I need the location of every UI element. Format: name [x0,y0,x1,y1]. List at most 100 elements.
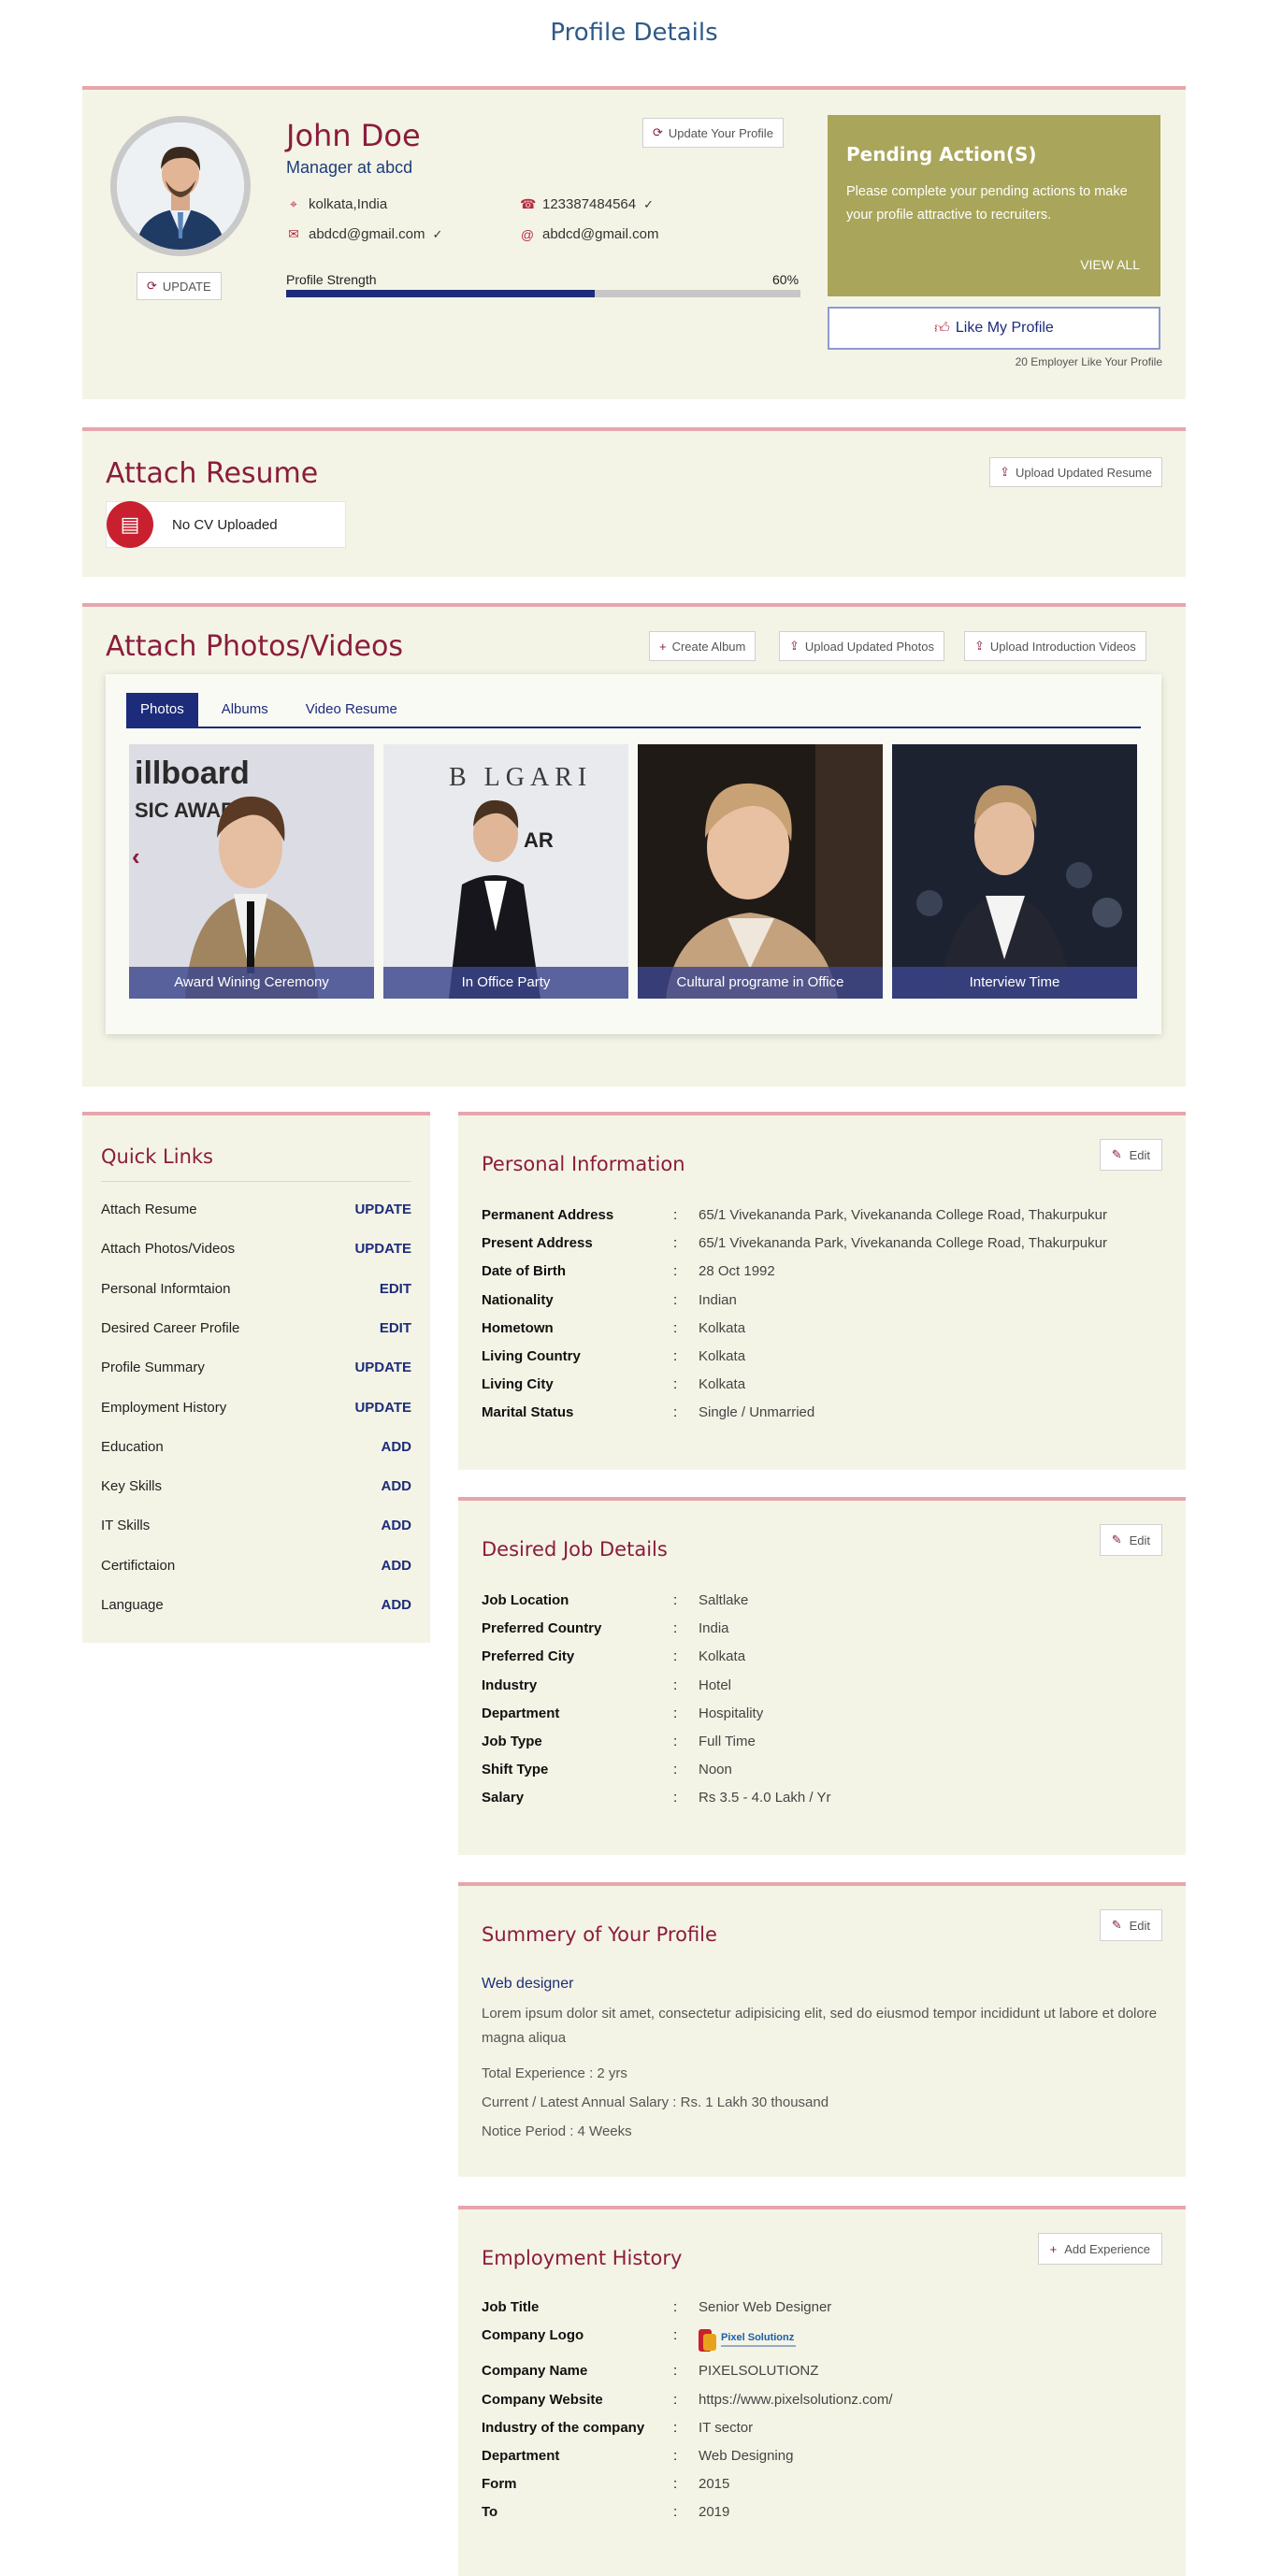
upload-videos-button[interactable]: ⇪ Upload Introduction Videos [964,631,1146,661]
quick-link-label[interactable]: Key Skills [101,1478,162,1494]
quick-link-label[interactable]: Certifictaion [101,1558,175,1574]
tab-albums[interactable]: Albums [208,693,282,727]
quick-link-action[interactable]: EDIT [380,1281,411,1297]
separator: : [673,1705,678,1721]
update-photo-button[interactable]: ⟳ UPDATE [137,272,222,300]
quick-link-action[interactable]: UPDATE [354,1360,411,1375]
upload-icon: ⇪ [1000,465,1011,479]
avatar [110,116,251,256]
separator: : [673,1620,678,1637]
info-row: Company Name: PIXELSOLUTIONZ [482,2363,818,2379]
info-key: Preferred Country [482,1620,602,1637]
quick-link-row: Attach Resume UPDATE [101,1202,411,1217]
quick-link-action[interactable]: UPDATE [354,1241,411,1257]
quick-link-action[interactable]: ADD [382,1518,412,1533]
chevron-left-icon[interactable]: ‹ [132,842,140,871]
quick-link-label[interactable]: Attach Photos/Videos [101,1241,235,1257]
create-album-button[interactable]: + Create Album [649,631,756,661]
personal-info-title: Personal Information [482,1153,685,1175]
info-row: Job Title: Senior Web Designer [482,2299,831,2315]
info-key: Marital Status [482,1404,574,1421]
upload-photos-button[interactable]: ⇪ Upload Updated Photos [779,631,944,661]
separator: : [673,1648,678,1665]
quick-link-label[interactable]: Desired Career Profile [101,1320,239,1336]
quick-link-action[interactable]: ADD [382,1478,412,1494]
quick-link-action[interactable]: ADD [382,1597,412,1613]
info-row: Hometown: Kolkata [482,1320,745,1336]
summary-salary: Current / Latest Annual Salary : Rs. 1 L… [482,2094,829,2110]
separator: : [673,1207,678,1223]
photo-caption: Award Wining Ceremony [129,967,374,999]
info-key: Industry of the company [482,2419,645,2436]
separator: : [673,2448,678,2464]
edit-personal-button[interactable]: ✎ Edit [1099,1139,1162,1171]
upload-resume-button[interactable]: ⇪ Upload Updated Resume [989,457,1162,487]
photo-item[interactable]: Interview Time [892,744,1137,999]
separator: : [673,1291,678,1308]
quick-link-label[interactable]: Profile Summary [101,1360,205,1375]
info-key: To [482,2504,498,2521]
info-key: Shift Type [482,1762,549,1778]
separator: : [673,2476,678,2493]
quick-link-action[interactable]: UPDATE [354,1400,411,1416]
check-icon: ✓ [432,226,443,241]
info-value: 28 Oct 1992 [699,1263,775,1280]
edit-desired-button[interactable]: ✎ Edit [1099,1524,1162,1556]
quick-link-row: Desired Career Profile EDIT [101,1320,411,1336]
pending-title: Pending Action(S) [846,143,1037,165]
info-value: Hospitality [699,1705,764,1721]
map-pin-icon: ⌖ [290,196,297,211]
tab-photos[interactable]: Photos [126,693,198,727]
desired-job-title: Desired Job Details [482,1538,668,1561]
quick-link-action[interactable]: UPDATE [354,1202,411,1217]
quick-link-row: Language ADD [101,1597,411,1613]
quick-link-action[interactable]: ADD [382,1558,412,1574]
quick-link-label[interactable]: Language [101,1597,164,1613]
refresh-icon: ⟳ [147,279,157,293]
info-row: Job Location: Saltlake [482,1592,748,1608]
email-info: ✉ abdcd@gmail.com ✓ [286,226,442,242]
info-value: PIXELSOLUTIONZ [699,2363,819,2380]
info-value: Full Time [699,1734,756,1749]
quick-link-row: Key Skills ADD [101,1478,411,1494]
pencil-icon: ✎ [1111,1533,1122,1547]
photo-item[interactable]: B LGARI AR In Office Party [383,744,628,999]
info-key: Industry [482,1677,538,1693]
summary-panel: Summery of Your Profile ✎ Edit Web desig… [458,1882,1186,2177]
info-row: Salary: Rs 3.5 - 4.0 Lakh / Yr [482,1790,830,1806]
info-key: Living Country [482,1348,581,1364]
info-row: To: 2019 [482,2504,729,2520]
quick-link-label[interactable]: Personal Informtaion [101,1281,230,1297]
desired-job-panel: Desired Job Details ✎ Edit Job Location:… [458,1497,1186,1855]
info-key: Nationality [482,1291,554,1308]
info-value: Kolkata [699,1648,746,1665]
like-profile-button[interactable]: 👍︎ Like My Profile [828,307,1160,350]
summary-headline: Web designer [482,1976,574,1992]
view-all-link[interactable]: VIEW ALL [1080,257,1140,272]
add-experience-button[interactable]: + Add Experience [1037,2233,1162,2265]
quick-link-label[interactable]: IT Skills [101,1518,150,1533]
quick-link-action[interactable]: EDIT [380,1320,411,1336]
quick-link-label[interactable]: Education [101,1439,164,1455]
divider [101,1181,411,1182]
envelope-icon: ✉ [288,226,299,241]
edit-summary-button[interactable]: ✎ Edit [1099,1909,1162,1941]
quick-link-action[interactable]: ADD [382,1439,412,1455]
resume-card: Attach Resume ⇪ Upload Updated Resume ▤ … [82,427,1186,577]
photo-item[interactable]: illboard SIC AWARDS Award Wining Ceremon… [129,744,374,999]
quick-link-label[interactable]: Attach Resume [101,1202,197,1217]
info-key: Date of Birth [482,1263,566,1280]
quick-link-row: Certifictaion ADD [101,1558,411,1574]
info-key: Present Address [482,1235,593,1252]
update-profile-button[interactable]: ⟳ Update Your Profile [642,118,784,148]
pending-actions-box: Pending Action(S) Please complete your p… [828,115,1160,296]
summary-title: Summery of Your Profile [482,1923,717,1946]
info-value: Indian [699,1291,737,1308]
photo-item[interactable]: Cultural programe in Office [638,744,883,999]
quick-link-label[interactable]: Employment History [101,1400,226,1416]
quick-link-row: Personal Informtaion EDIT [101,1281,411,1297]
separator: : [673,2419,678,2436]
info-row: Nationality: Indian [482,1292,737,1308]
tab-video-resume[interactable]: Video Resume [292,693,411,727]
separator: : [673,2299,678,2315]
